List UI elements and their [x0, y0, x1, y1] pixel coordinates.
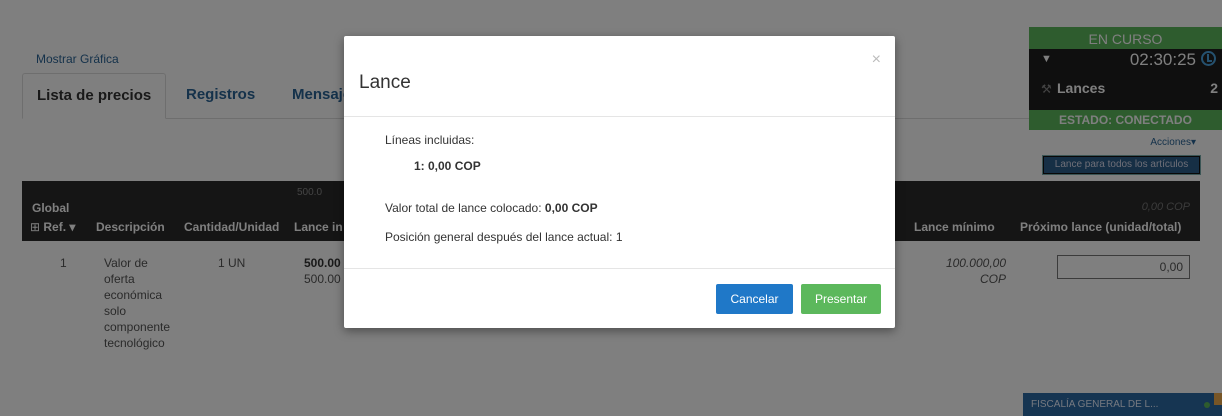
close-icon[interactable]: × [872, 51, 881, 69]
line-item: 1: 0,00 COP [414, 159, 481, 173]
submit-button[interactable]: Presentar [801, 284, 881, 314]
lines-included-label: Líneas incluidas: [385, 133, 475, 147]
total-bid: Valor total de lance colocado: 0,00 COP [385, 201, 598, 215]
cancel-button[interactable]: Cancelar [716, 284, 793, 314]
modal-header: Lance × [344, 36, 895, 117]
overall-position: Posición general después del lance actua… [385, 230, 623, 244]
modal-footer: Cancelar Presentar [344, 269, 895, 327]
bid-modal: Lance × Líneas incluidas: 1: 0,00 COP Va… [344, 36, 895, 328]
total-bid-value: 0,00 COP [544, 201, 598, 215]
modal-body: Líneas incluidas: 1: 0,00 COP Valor tota… [344, 117, 895, 269]
modal-title: Lance [359, 72, 411, 93]
